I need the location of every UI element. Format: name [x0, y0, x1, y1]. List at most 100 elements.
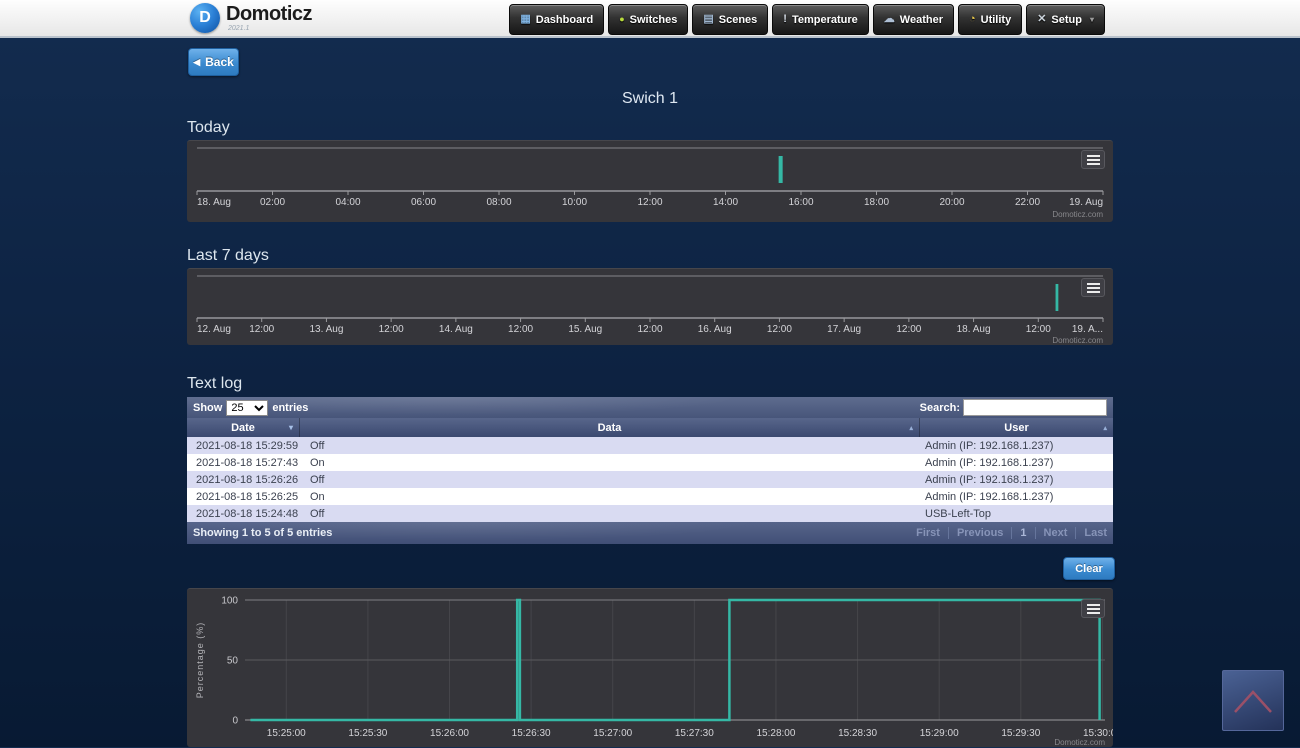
page-size-select[interactable]: 25 [226, 400, 268, 416]
page-title: Swich 1 [0, 90, 1300, 108]
svg-text:06:00: 06:00 [411, 197, 436, 208]
sort-asc-icon: ▴ [1103, 424, 1107, 432]
pagination-last[interactable]: Last [1075, 527, 1107, 539]
table-row[interactable]: 2021-08-18 15:26:26 Off Admin (IP: 192.1… [187, 471, 1113, 488]
chart-menu-icon[interactable] [1081, 150, 1105, 169]
chart-menu-icon[interactable] [1081, 599, 1105, 618]
svg-text:17. Aug: 17. Aug [827, 324, 861, 335]
cell-data: Off [300, 508, 920, 520]
nav-utility[interactable]: ◔ Utility [958, 4, 1022, 35]
percentage-chart-canvas: 050100Percentage (%)15:25:0015:25:3015:2… [187, 589, 1113, 748]
section-title-textlog: Text log [187, 375, 242, 393]
pagination-previous[interactable]: Previous [948, 527, 1003, 539]
pagination-first[interactable]: First [916, 527, 940, 539]
svg-text:12:00: 12:00 [1026, 324, 1051, 335]
column-header-user[interactable]: User ▴ [920, 418, 1113, 437]
svg-text:15:29:30: 15:29:30 [1001, 728, 1040, 739]
svg-text:15:27:30: 15:27:30 [675, 728, 714, 739]
logo-version: 2021.1 [228, 25, 312, 32]
svg-text:100: 100 [221, 596, 238, 607]
column-label: Data [598, 422, 622, 434]
last7days-chart-canvas: 12. Aug12:0013. Aug12:0014. Aug12:0015. … [187, 269, 1113, 346]
svg-text:15:28:00: 15:28:00 [756, 728, 795, 739]
svg-text:18:00: 18:00 [864, 197, 889, 208]
setup-icon: ✕ [1037, 14, 1046, 25]
svg-text:15:26:00: 15:26:00 [430, 728, 469, 739]
svg-text:14:00: 14:00 [713, 197, 738, 208]
main-nav: ▦ Dashboard ● Switches ▤ Scenes ! Temper… [509, 4, 1105, 35]
svg-text:15:28:30: 15:28:30 [838, 728, 877, 739]
nav-label: Scenes [719, 14, 758, 26]
cell-data: On [300, 491, 920, 503]
table-footer: Showing 1 to 5 of 5 entries First Previo… [187, 522, 1113, 544]
nav-label: Weather [900, 14, 943, 26]
svg-text:Domoticz.com: Domoticz.com [1054, 738, 1105, 747]
domoticz-logo[interactable]: D Domoticz 2021.1 [190, 3, 312, 33]
svg-text:10:00: 10:00 [562, 197, 587, 208]
pagination-next[interactable]: Next [1035, 527, 1068, 539]
svg-text:19. A...: 19. A... [1072, 324, 1103, 335]
svg-text:19. Aug: 19. Aug [1069, 197, 1103, 208]
svg-text:04:00: 04:00 [335, 197, 360, 208]
dropdown-caret-icon: ▾ [1090, 15, 1094, 24]
svg-text:15:25:30: 15:25:30 [348, 728, 387, 739]
section-title-today: Today [187, 119, 230, 137]
svg-text:Domoticz.com: Domoticz.com [1052, 336, 1103, 345]
nav-weather[interactable]: ☁ Weather [873, 4, 954, 35]
scenes-icon: ▤ [703, 14, 713, 25]
text-log-table: Show 25 entries Search: Date ▾ Data ▴ Us… [187, 397, 1113, 544]
clear-button[interactable]: Clear [1063, 557, 1115, 580]
top-header: D Domoticz 2021.1 ▦ Dashboard ● Switches… [0, 0, 1300, 38]
back-button[interactable]: ◀ Back [188, 48, 239, 76]
cell-date: 2021-08-18 15:24:48 [187, 508, 300, 520]
nav-label: Dashboard [536, 14, 593, 26]
pagination: First Previous 1 Next Last [916, 527, 1107, 539]
nav-switches[interactable]: ● Switches [608, 4, 688, 35]
table-toolbar: Show 25 entries Search: [187, 397, 1113, 418]
svg-text:16. Aug: 16. Aug [698, 324, 732, 335]
nav-scenes[interactable]: ▤ Scenes [692, 4, 768, 35]
svg-text:02:00: 02:00 [260, 197, 285, 208]
showing-entries-text: Showing 1 to 5 of 5 entries [193, 527, 332, 539]
sort-desc-icon: ▾ [289, 423, 293, 432]
pagination-page-1[interactable]: 1 [1011, 527, 1026, 539]
svg-text:18. Aug: 18. Aug [957, 324, 991, 335]
show-label: Show [193, 402, 222, 414]
chevron-up-icon [1231, 686, 1275, 716]
table-row[interactable]: 2021-08-18 15:24:48 Off USB-Left-Top [187, 505, 1113, 522]
svg-text:12:00: 12:00 [896, 324, 921, 335]
utility-icon: ◔ [969, 14, 976, 25]
nav-temperature[interactable]: ! Temperature [772, 4, 869, 35]
nav-dashboard[interactable]: ▦ Dashboard [509, 4, 604, 35]
svg-text:22:00: 22:00 [1015, 197, 1040, 208]
table-header-row: Date ▾ Data ▴ User ▴ [187, 418, 1113, 437]
cell-date: 2021-08-18 15:27:43 [187, 457, 300, 469]
table-row[interactable]: 2021-08-18 15:29:59 Off Admin (IP: 192.1… [187, 437, 1113, 454]
sort-asc-icon: ▴ [909, 424, 913, 432]
svg-text:14. Aug: 14. Aug [439, 324, 473, 335]
nav-label: Switches [630, 14, 678, 26]
cell-date: 2021-08-18 15:29:59 [187, 440, 300, 452]
today-chart-canvas: 18. Aug02:0004:0006:0008:0010:0012:0014:… [187, 141, 1113, 223]
column-label: User [1004, 422, 1028, 434]
table-row[interactable]: 2021-08-18 15:27:43 On Admin (IP: 192.16… [187, 454, 1113, 471]
column-header-data[interactable]: Data ▴ [300, 418, 920, 437]
svg-text:12:00: 12:00 [249, 324, 274, 335]
svg-text:13. Aug: 13. Aug [309, 324, 343, 335]
cell-date: 2021-08-18 15:26:25 [187, 491, 300, 503]
search-input[interactable] [963, 399, 1107, 416]
search-label: Search: [920, 402, 960, 414]
svg-text:12. Aug: 12. Aug [197, 324, 231, 335]
cell-data: Off [300, 474, 920, 486]
column-header-date[interactable]: Date ▾ [187, 418, 300, 437]
scroll-to-top-button[interactable] [1222, 670, 1284, 731]
table-row[interactable]: 2021-08-18 15:26:25 On Admin (IP: 192.16… [187, 488, 1113, 505]
last7days-chart: 12. Aug12:0013. Aug12:0014. Aug12:0015. … [187, 268, 1113, 345]
nav-setup[interactable]: ✕ Setup ▾ [1026, 4, 1105, 35]
svg-text:12:00: 12:00 [379, 324, 404, 335]
back-arrow-icon: ◀ [193, 57, 200, 68]
domoticz-logo-icon: D [190, 3, 220, 33]
cell-user: Admin (IP: 192.168.1.237) [920, 457, 1113, 469]
nav-label: Setup [1051, 14, 1082, 26]
chart-menu-icon[interactable] [1081, 278, 1105, 297]
